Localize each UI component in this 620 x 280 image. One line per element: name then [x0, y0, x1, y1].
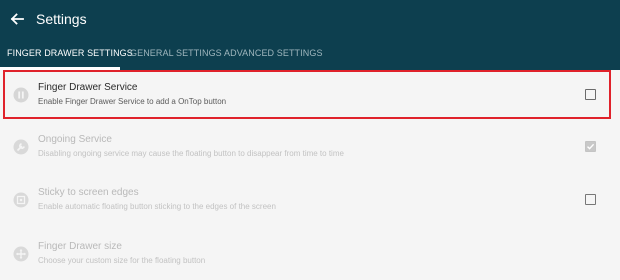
highlight-box [3, 70, 611, 119]
setting-label: Ongoing Service [38, 134, 112, 145]
back-button[interactable] [6, 8, 28, 30]
ongoing-service-checkbox [585, 141, 596, 152]
checkmark-icon [587, 143, 595, 150]
setting-description: Enable automatic floating button stickin… [38, 202, 276, 211]
app-bar: Settings FINGER DRAWER SETTINGS GENERAL … [0, 0, 620, 70]
setting-label: Sticky to screen edges [38, 187, 139, 198]
setting-label: Finger Drawer size [38, 241, 122, 252]
setting-description: Choose your custom size for the floating… [38, 256, 206, 265]
tab-advanced-settings[interactable]: ADVANCED SETTINGS [224, 45, 323, 61]
move-icon [13, 246, 29, 262]
setting-finger-drawer-size: Finger Drawer size Choose your custom si… [0, 229, 620, 279]
screen-edges-icon [13, 192, 29, 208]
wrench-icon [13, 139, 29, 155]
arrow-back-icon [10, 13, 24, 25]
setting-description: Disabling ongoing service may cause the … [38, 149, 344, 158]
setting-sticky-to-screen-edges: Sticky to screen edges Enable automatic … [0, 175, 620, 225]
setting-ongoing-service: Ongoing Service Disabling ongoing servic… [0, 122, 620, 172]
page-title: Settings [36, 11, 87, 27]
sticky-to-screen-edges-checkbox [585, 194, 596, 205]
tab-general-settings[interactable]: GENERAL SETTINGS [130, 45, 222, 61]
tab-finger-drawer-settings[interactable]: FINGER DRAWER SETTINGS [7, 45, 133, 61]
